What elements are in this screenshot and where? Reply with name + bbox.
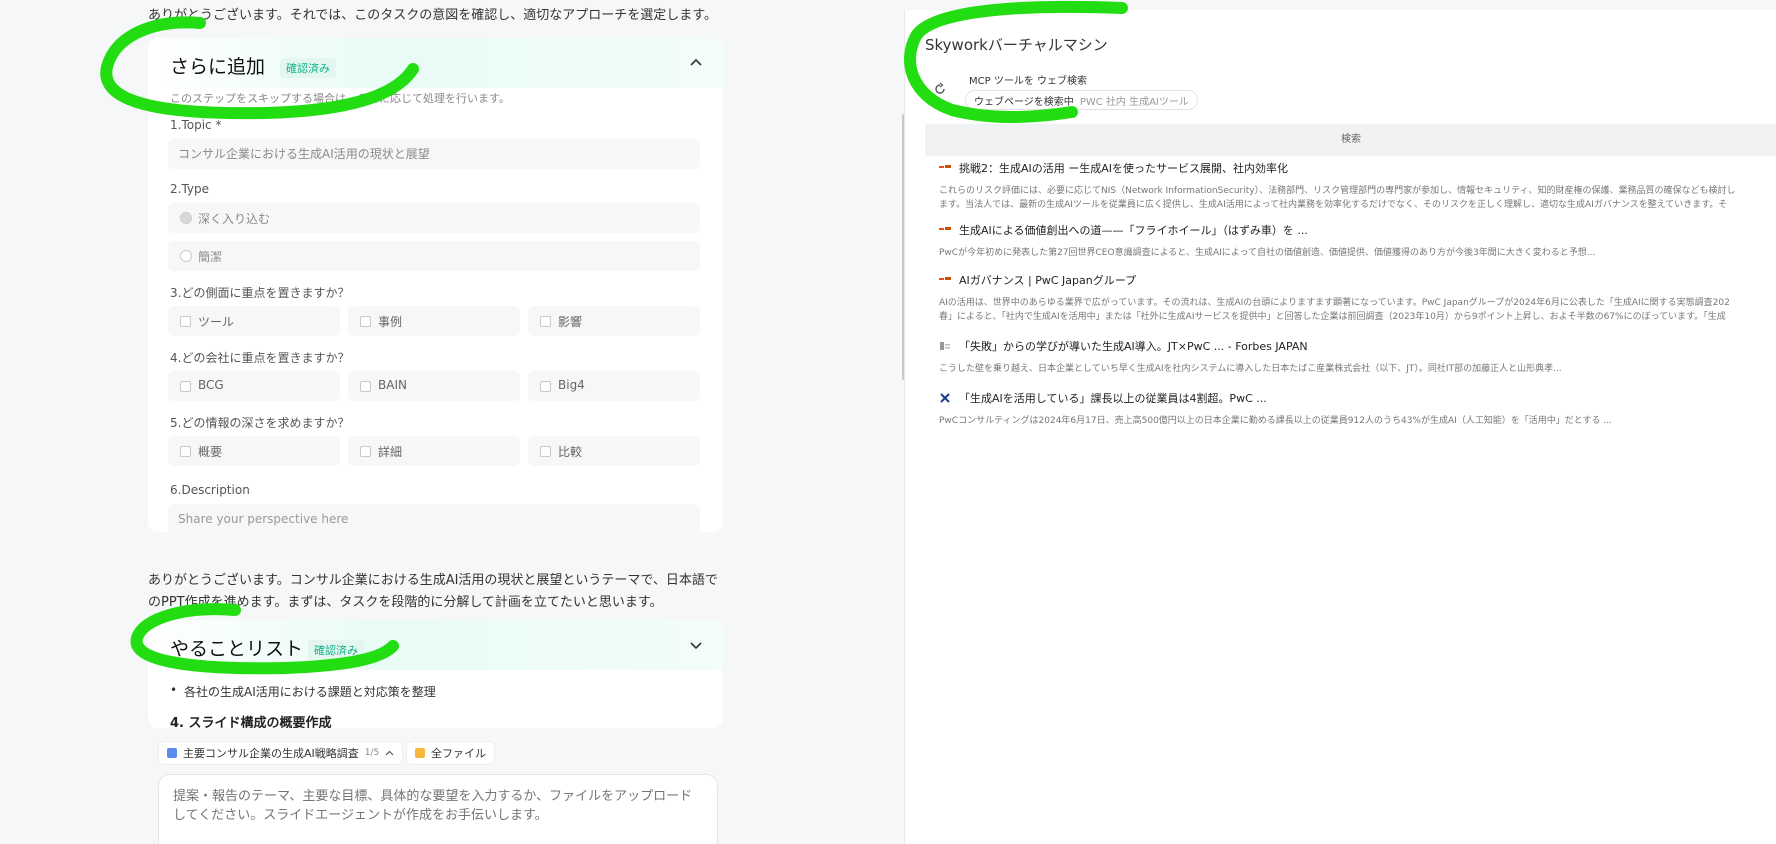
type-option-brief[interactable]: 簡潔	[168, 241, 700, 271]
search-result[interactable]: AIガバナンス | PwC Japanグループ AIの活用は、世界中のあらゆる業…	[939, 272, 1776, 324]
option-label: 比較	[558, 445, 583, 459]
task-progress-chip[interactable]: 主要コンサル企業の生成AI戦略調査 1/5	[158, 741, 404, 765]
tool-call-label: MCP ツールを ウェブ検索	[969, 76, 1087, 87]
topic-input[interactable]: コンサル企業における生成AI活用の現状と展望	[168, 139, 700, 169]
todo-subheading: 4. スライド構成の概要作成	[170, 716, 332, 728]
checkbox-icon	[540, 381, 551, 392]
checkbox-icon	[540, 446, 551, 457]
aspect-option-impact[interactable]: 影響	[528, 306, 700, 336]
search-result[interactable]: 「失敗」からの学びが導いた生成AI導入。JT×PwC ... - Forbes …	[939, 338, 1776, 376]
company-label: 4.どの会社に重点を置きますか？	[170, 351, 350, 365]
todo-item: 各社の生成AI活用における課題と対応策を整理	[170, 683, 436, 700]
result-title[interactable]: AIガバナンス | PwC Japanグループ	[959, 272, 1136, 288]
intro-message: ありがとうございます。それでは、このタスクの意図を確認し、適切なアプローチを選定…	[148, 8, 718, 23]
card-header[interactable]: やることリスト 確認済み	[148, 620, 723, 670]
search-result[interactable]: 挑戦2：生成AIの活用 ー生成AIを使ったサービス展開、社内効率化 これらのリス…	[939, 160, 1776, 212]
checkbox-icon	[180, 446, 191, 457]
type-option-label: 深く入り込む	[198, 212, 271, 226]
result-snippet: PwCコンサルティングは2024年6月17日、売上高500億円以上の日本企業に勤…	[939, 416, 1612, 426]
checkbox-icon	[180, 381, 191, 392]
loading-icon	[935, 82, 945, 94]
depth-option-compare[interactable]: 比較	[528, 436, 700, 466]
depth-option-detail[interactable]: 詳細	[348, 436, 520, 466]
search-results-header: 検索	[925, 124, 1776, 156]
result-title[interactable]: 生成AIによる価値創出への道——「フライホイール」（はずみ車）を ...	[959, 222, 1308, 238]
task-chip-label: 主要コンサル企業の生成AI戦略調査	[183, 747, 359, 760]
result-snippet: PwCが今年初めに発表した第27回世界CEO意識調査によると、生成AIによって自…	[939, 248, 1596, 258]
option-label: BCG	[198, 378, 224, 392]
card-title: さらに追加	[170, 56, 266, 78]
option-label: ツール	[198, 315, 235, 329]
card-title: やることリスト	[170, 638, 304, 660]
chevron-up-icon[interactable]	[689, 56, 703, 70]
search-query-text: PWC 社内 生成AIツール	[1079, 96, 1189, 108]
option-label: 影響	[558, 315, 583, 329]
files-chip-label: 全ファイル	[431, 747, 486, 760]
checkbox-icon	[540, 316, 551, 327]
card-header[interactable]: さらに追加 確認済み	[148, 38, 723, 88]
description-label: 6.Description	[170, 483, 250, 497]
type-option-deep[interactable]: 深く入り込む	[168, 203, 700, 233]
search-result[interactable]: 「生成AIを活用している」課長以上の従業員は4割超。PwC ... PwCコンサ…	[939, 390, 1776, 428]
aspect-option-tools[interactable]: ツール	[168, 306, 340, 336]
result-title[interactable]: 「生成AIを活用している」課長以上の従業員は4割超。PwC ...	[959, 390, 1267, 406]
result-snippet: こうした壁を乗り越え、日本企業としていち早く生成AIを社内システムに導入した日本…	[939, 364, 1562, 374]
skip-helper-text: このステップをスキップする場合は、それに応じて処理を行います。	[170, 92, 510, 105]
chevron-up-icon	[385, 750, 394, 755]
more-options-card: さらに追加 確認済み このステップをスキップする場合は、それに応じて処理を行いま…	[148, 38, 723, 534]
result-snippet: これらのリスク評価には、必要に応じてNIS（Network Informatio…	[939, 186, 1736, 196]
chevron-down-icon[interactable]	[689, 638, 703, 652]
checkbox-icon	[360, 446, 371, 457]
option-label: 概要	[198, 445, 223, 459]
chat-icon	[167, 748, 177, 758]
search-result[interactable]: 生成AIによる価値創出への道——「フライホイール」（はずみ車）を ... PwC…	[939, 222, 1776, 260]
company-option-bain[interactable]: BAIN	[348, 371, 520, 401]
folder-icon	[415, 748, 425, 758]
vm-title: Skyworkバーチャルマシン	[925, 36, 1108, 54]
description-input[interactable]: Share your perspective here	[168, 504, 700, 534]
chat-pane: ありがとうございます。それでは、このタスクの意図を確認し、適切なアプローチを選定…	[0, 0, 900, 844]
checkbox-icon	[180, 316, 191, 327]
option-label: Big4	[558, 378, 585, 392]
assistant-message: ありがとうございます。コンサル企業における生成AI活用の現状と展望というテーマで…	[148, 573, 718, 610]
radio-checked-icon	[180, 212, 192, 224]
aspect-option-cases[interactable]: 事例	[348, 306, 520, 336]
depth-label: 5.どの情報の深さを求めますか？	[170, 416, 350, 430]
forbes-icon	[940, 342, 950, 350]
status-text: ウェブページを検索中	[974, 96, 1074, 108]
checkbox-icon	[360, 316, 371, 327]
topic-label: 1.Topic *	[170, 118, 222, 132]
result-snippet: 春」によると、「社内で生成AIを活用中」または「社外に生成AIサービスを提供中」…	[939, 312, 1726, 322]
company-option-bcg[interactable]: BCG	[168, 371, 340, 401]
virtual-machine-pane: Skyworkバーチャルマシン MCP ツールを ウェブ検索 ウェブページを検索…	[902, 0, 1776, 844]
company-option-big4[interactable]: Big4	[528, 371, 700, 401]
confirmed-badge: 確認済み	[280, 58, 336, 78]
all-files-chip[interactable]: 全ファイル	[406, 741, 495, 765]
depth-option-overview[interactable]: 概要	[168, 436, 340, 466]
search-status-chip: ウェブページを検索中 PWC 社内 生成AIツール	[965, 90, 1198, 110]
aspect-label: 3.どの側面に重点を置きますか？	[170, 286, 350, 300]
prompt-input[interactable]	[173, 787, 703, 827]
message-composer[interactable]	[158, 774, 718, 844]
option-label: 事例	[378, 315, 403, 329]
vm-window: Skyworkバーチャルマシン MCP ツールを ウェブ検索 ウェブページを検索…	[904, 10, 1776, 844]
checkbox-icon	[360, 381, 371, 392]
pwc-logo-icon	[939, 227, 951, 230]
x-icon	[940, 393, 950, 403]
radio-icon	[180, 250, 192, 262]
option-label: BAIN	[378, 378, 407, 392]
task-count: 1/5	[364, 748, 380, 758]
pwc-logo-icon	[939, 165, 951, 168]
result-title[interactable]: 「失敗」からの学びが導いた生成AI導入。JT×PwC ... - Forbes …	[959, 338, 1308, 354]
pwc-logo-icon	[939, 277, 951, 280]
option-label: 詳細	[378, 445, 403, 459]
todo-list-card: やることリスト 確認済み 各社の生成AI活用における課題と対応策を整理 4. ス…	[148, 620, 723, 728]
result-title[interactable]: 挑戦2：生成AIの活用 ー生成AIを使ったサービス展開、社内効率化	[959, 160, 1288, 176]
confirmed-badge: 確認済み	[308, 640, 364, 660]
type-option-label: 簡潔	[198, 250, 223, 264]
type-label: 2.Type	[170, 182, 210, 196]
result-snippet: AIの活用は、世界中のあらゆる業界で広がっています。その流れは、生成AIの台頭に…	[939, 298, 1730, 308]
result-snippet: ます。当法人では、最新の生成AIツールを従業員に広く提供し、生成AI活用によって…	[939, 200, 1728, 210]
